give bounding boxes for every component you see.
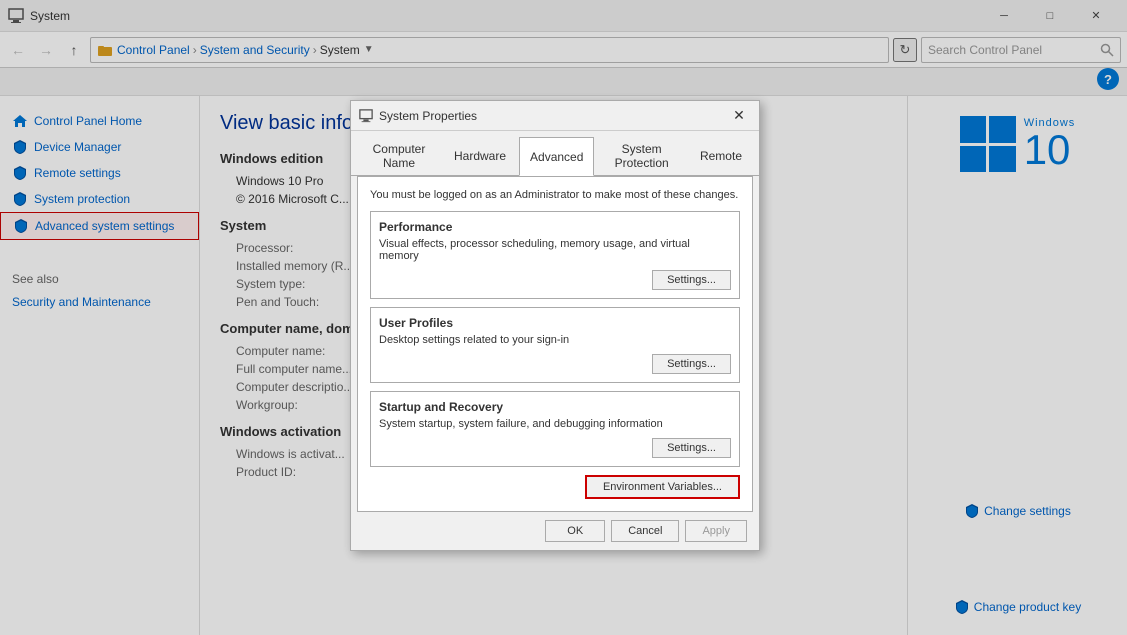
dialog-title: System Properties: [379, 109, 727, 123]
dialog-system-icon: [359, 109, 373, 123]
dialog-apply-button[interactable]: Apply: [685, 520, 747, 542]
startup-recovery-section: Startup and Recovery System startup, sys…: [370, 391, 740, 467]
tab-system-protection[interactable]: System Protection: [596, 137, 687, 175]
system-properties-dialog: System Properties ✕ Computer Name Hardwa…: [350, 100, 760, 551]
user-profiles-settings-button[interactable]: Settings...: [652, 354, 731, 374]
tab-remote[interactable]: Remote: [689, 137, 753, 175]
user-profiles-section: User Profiles Desktop settings related t…: [370, 307, 740, 383]
environment-variables-button[interactable]: Environment Variables...: [585, 475, 740, 499]
dialog-tabs: Computer Name Hardware Advanced System P…: [351, 131, 759, 176]
dialog-ok-button[interactable]: OK: [545, 520, 605, 542]
performance-section: Performance Visual effects, processor sc…: [370, 211, 740, 299]
user-profiles-title: User Profiles: [379, 316, 731, 330]
user-profiles-text: Desktop settings related to your sign-in: [379, 334, 731, 346]
tab-computer-name[interactable]: Computer Name: [357, 137, 441, 175]
performance-title: Performance: [379, 220, 731, 234]
dialog-notice: You must be logged on as an Administrato…: [370, 189, 740, 201]
performance-text: Visual effects, processor scheduling, me…: [379, 238, 731, 262]
dialog-close-button[interactable]: ✕: [727, 104, 751, 128]
dialog-cancel-button[interactable]: Cancel: [611, 520, 679, 542]
tab-advanced[interactable]: Advanced: [519, 137, 594, 176]
tab-hardware[interactable]: Hardware: [443, 137, 517, 175]
performance-settings-button[interactable]: Settings...: [652, 270, 731, 290]
dialog-overlay: System Properties ✕ Computer Name Hardwa…: [0, 0, 1127, 635]
startup-recovery-title: Startup and Recovery: [379, 400, 731, 414]
startup-settings-button[interactable]: Settings...: [652, 438, 731, 458]
dialog-footer: OK Cancel Apply: [351, 512, 759, 550]
dialog-title-bar: System Properties ✕: [351, 101, 759, 131]
env-vars-row: Environment Variables...: [370, 475, 740, 499]
startup-recovery-text: System startup, system failure, and debu…: [379, 418, 731, 430]
dialog-body: You must be logged on as an Administrato…: [357, 176, 753, 512]
